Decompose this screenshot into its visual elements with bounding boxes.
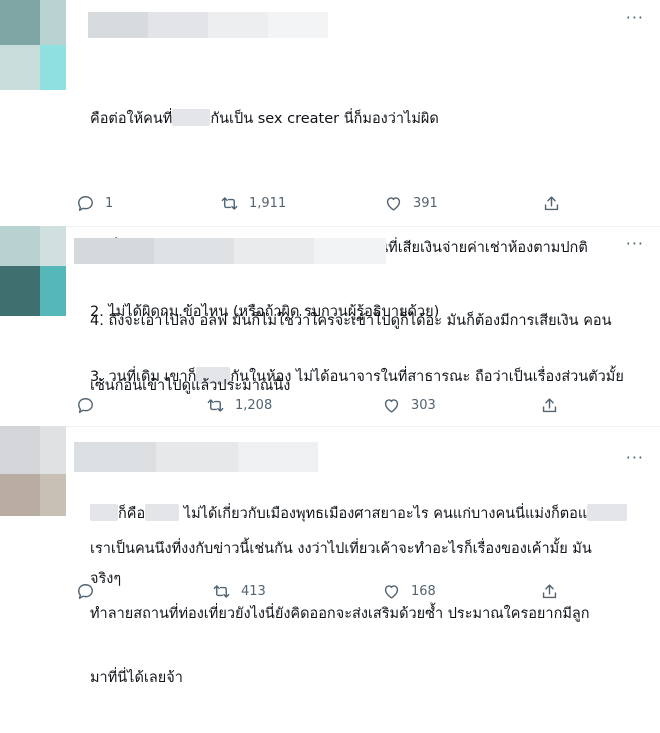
share-icon bbox=[542, 584, 557, 599]
reply-button[interactable] bbox=[76, 396, 105, 415]
share-button[interactable] bbox=[542, 194, 571, 213]
tweet-actions: 1,208 303 bbox=[76, 396, 576, 420]
reply-icon bbox=[78, 398, 93, 413]
avatar[interactable] bbox=[0, 226, 66, 316]
tweet[interactable]: ··· เราเป็นคนนึงที่งงกับข่าวนี้เช่นกัน ง… bbox=[0, 426, 660, 686]
reply-button[interactable] bbox=[76, 582, 105, 601]
retweet-icon bbox=[207, 399, 224, 412]
tweet-actions: 1 1,911 391 bbox=[76, 194, 576, 218]
reply-count: 1 bbox=[105, 196, 114, 211]
like-icon bbox=[386, 197, 401, 211]
text-line: เซ้นก่อนเข้าไปดูแล้วประมาณนึง bbox=[90, 377, 291, 394]
like-count: 303 bbox=[411, 398, 436, 413]
retweet-icon bbox=[213, 585, 230, 598]
like-button[interactable]: 303 bbox=[382, 396, 436, 415]
like-button[interactable]: 391 bbox=[384, 194, 438, 213]
retweet-button[interactable]: 413 bbox=[212, 582, 266, 601]
reply-icon bbox=[78, 584, 93, 599]
more-icon[interactable]: ··· bbox=[626, 448, 644, 467]
retweet-count: 413 bbox=[241, 584, 266, 599]
share-button[interactable] bbox=[540, 396, 569, 415]
more-icon[interactable]: ··· bbox=[626, 8, 644, 27]
tweet-text: เราเป็นคนนึงที่งงกับข่าวนี้เช่นกัน งงว่า… bbox=[90, 496, 652, 733]
author-name-redacted[interactable] bbox=[74, 238, 386, 264]
text-line bbox=[90, 174, 650, 195]
more-icon[interactable]: ··· bbox=[626, 234, 644, 253]
like-button[interactable]: 168 bbox=[382, 582, 436, 601]
like-icon bbox=[384, 585, 399, 599]
reply-button[interactable]: 1 bbox=[76, 194, 113, 213]
tweet-actions: 413 168 bbox=[76, 582, 576, 606]
retweet-count: 1,911 bbox=[249, 196, 287, 211]
like-count: 168 bbox=[411, 584, 436, 599]
share-icon bbox=[542, 398, 557, 413]
author-name-redacted[interactable] bbox=[74, 442, 318, 472]
tweet[interactable]: ··· 4. ถึงจะเอาไปลง อลฟ มันก็ไม่ใช่ว่าใค… bbox=[0, 226, 660, 587]
share-button[interactable] bbox=[540, 582, 569, 601]
avatar[interactable] bbox=[0, 426, 66, 516]
reply-icon bbox=[78, 196, 93, 211]
like-count: 391 bbox=[413, 196, 438, 211]
retweet-icon bbox=[221, 197, 238, 210]
share-icon bbox=[544, 196, 559, 211]
tweet[interactable]: ··· คือต่อให้คนที่ กันเป็น sex creater นี… bbox=[0, 0, 660, 385]
retweet-button[interactable]: 1,911 bbox=[220, 194, 286, 213]
text-line: เราเป็นคนนึงที่งงกับข่าวนี้เช่นกัน งงว่า… bbox=[90, 541, 592, 557]
retweet-button[interactable]: 1,208 bbox=[206, 396, 272, 415]
text-line: มาที่นี่ได้เลยจ้า bbox=[90, 670, 183, 686]
text-line: 4. ถึงจะเอาไปลง อลฟ มันก็ไม่ใช่ว่าใครจะเ… bbox=[90, 313, 612, 329]
text-line: คือต่อให้คนที่ กันเป็น sex creater นี่ก็ม… bbox=[90, 109, 439, 127]
text-line: ทำลายสถานที่ท่องเที่ยวยังไงนี่ยังคิดออกจ… bbox=[90, 605, 590, 622]
retweet-count: 1,208 bbox=[235, 398, 273, 413]
author-name-redacted[interactable] bbox=[88, 12, 328, 38]
like-icon bbox=[384, 399, 399, 413]
redacted-text bbox=[172, 109, 211, 126]
avatar[interactable] bbox=[0, 0, 66, 90]
